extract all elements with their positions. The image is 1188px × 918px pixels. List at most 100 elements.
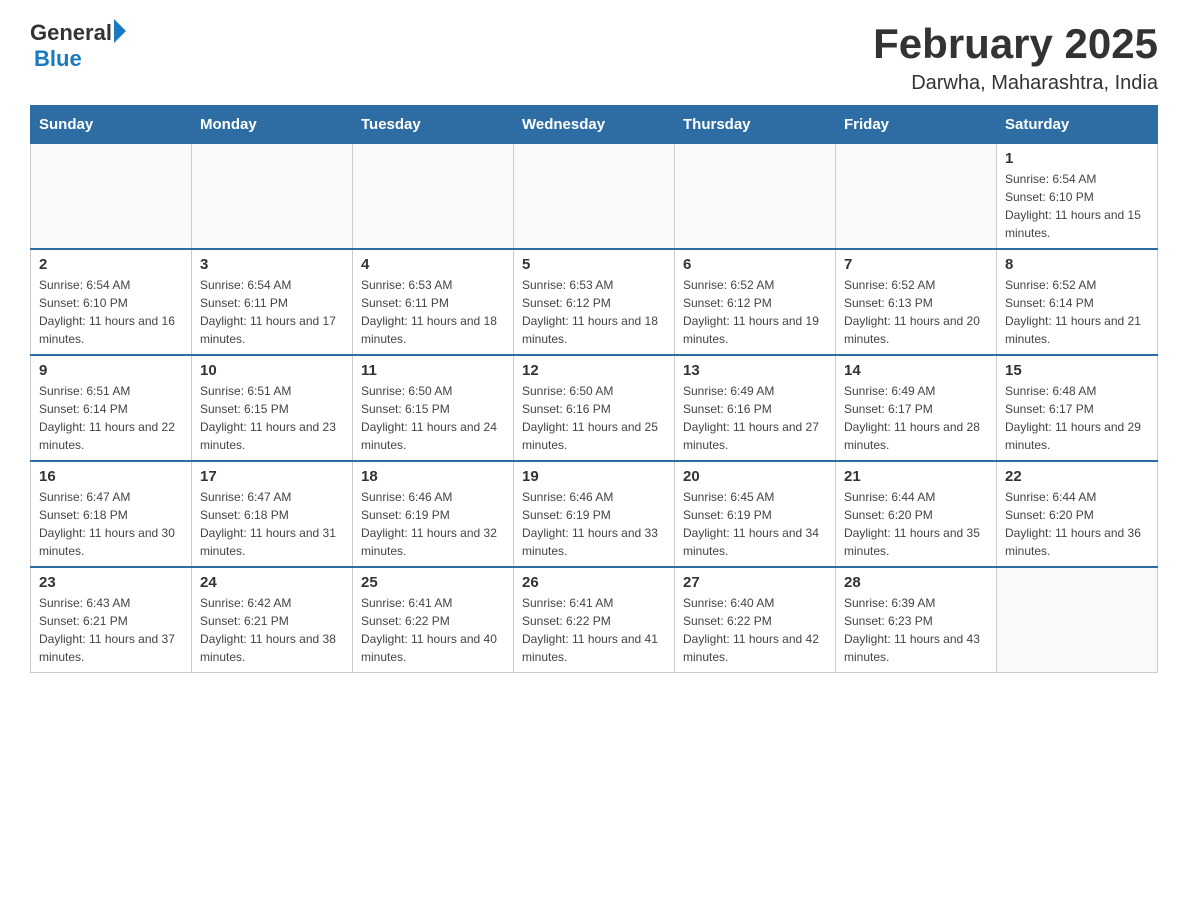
calendar-cell: 25 Sunrise: 6:41 AM Sunset: 6:22 PM Dayli… (353, 567, 514, 673)
day-info: Sunrise: 6:41 AM Sunset: 6:22 PM Dayligh… (361, 594, 505, 666)
calendar-cell: 26 Sunrise: 6:41 AM Sunset: 6:22 PM Dayli… (514, 567, 675, 673)
day-info: Sunrise: 6:46 AM Sunset: 6:19 PM Dayligh… (361, 488, 505, 560)
calendar-cell (192, 144, 353, 250)
calendar-cell: 22Sunrise: 6:44 AM Sunset: 6:20 PM Dayli… (997, 461, 1158, 567)
logo-text-blue: Blue (34, 46, 126, 72)
day-number: 7 (844, 256, 988, 273)
location-title: Darwha, Maharashtra, India (873, 72, 1158, 95)
calendar-cell: 27 Sunrise: 6:40 AM Sunset: 6:22 PM Dayli… (675, 567, 836, 673)
day-number: 24 (200, 574, 344, 591)
day-info: Sunrise: 6:54 AM Sunset: 6:10 PM Dayligh… (39, 276, 183, 348)
day-info: Sunrise: 6:50 AM Sunset: 6:15 PM Dayligh… (361, 382, 505, 454)
page-header: General Blue February 2025 Darwha, Mahar… (30, 20, 1158, 95)
calendar-cell: 19Sunrise: 6:46 AM Sunset: 6:19 PM Dayli… (514, 461, 675, 567)
day-number: 13 (683, 362, 827, 379)
day-info: Sunrise: 6:52 AM Sunset: 6:12 PM Dayligh… (683, 276, 827, 348)
calendar-cell: 7 Sunrise: 6:52 AM Sunset: 6:13 PM Daylig… (836, 249, 997, 355)
title-block: February 2025 Darwha, Maharashtra, India (873, 20, 1158, 95)
calendar-cell (353, 144, 514, 250)
calendar-cell (31, 144, 192, 250)
calendar-week-row: 1 Sunrise: 6:54 AM Sunset: 6:10 PM Daylig… (31, 144, 1158, 250)
calendar-cell: 15 Sunrise: 6:48 AM Sunset: 6:17 PM Dayli… (997, 355, 1158, 461)
day-of-week-header: Wednesday (514, 106, 675, 144)
day-number: 18 (361, 468, 505, 485)
day-info: Sunrise: 6:49 AM Sunset: 6:17 PM Dayligh… (844, 382, 988, 454)
day-info: Sunrise: 6:54 AM Sunset: 6:11 PM Dayligh… (200, 276, 344, 348)
day-number: 6 (683, 256, 827, 273)
day-number: 8 (1005, 256, 1149, 273)
day-info: Sunrise: 6:54 AM Sunset: 6:10 PM Dayligh… (1005, 170, 1149, 242)
calendar-cell: 13 Sunrise: 6:49 AM Sunset: 6:16 PM Dayli… (675, 355, 836, 461)
day-info: Sunrise: 6:51 AM Sunset: 6:15 PM Dayligh… (200, 382, 344, 454)
calendar-cell: 5 Sunrise: 6:53 AM Sunset: 6:12 PM Daylig… (514, 249, 675, 355)
calendar-cell: 10 Sunrise: 6:51 AM Sunset: 6:15 PM Dayli… (192, 355, 353, 461)
day-number: 1 (1005, 150, 1149, 167)
day-info: Sunrise: 6:44 AM Sunset: 6:20 PM Dayligh… (1005, 488, 1149, 560)
day-number: 25 (361, 574, 505, 591)
day-info: Sunrise: 6:43 AM Sunset: 6:21 PM Dayligh… (39, 594, 183, 666)
day-info: Sunrise: 6:47 AM Sunset: 6:18 PM Dayligh… (200, 488, 344, 560)
calendar-cell: 9 Sunrise: 6:51 AM Sunset: 6:14 PM Daylig… (31, 355, 192, 461)
calendar-week-row: 23Sunrise: 6:43 AM Sunset: 6:21 PM Dayli… (31, 567, 1158, 673)
day-number: 5 (522, 256, 666, 273)
logo-text-general: General (30, 20, 112, 46)
day-of-week-header: Tuesday (353, 106, 514, 144)
day-info: Sunrise: 6:44 AM Sunset: 6:20 PM Dayligh… (844, 488, 988, 560)
calendar-header-row: SundayMondayTuesdayWednesdayThursdayFrid… (31, 106, 1158, 144)
calendar-cell: 8 Sunrise: 6:52 AM Sunset: 6:14 PM Daylig… (997, 249, 1158, 355)
day-info: Sunrise: 6:46 AM Sunset: 6:19 PM Dayligh… (522, 488, 666, 560)
day-number: 4 (361, 256, 505, 273)
day-of-week-header: Monday (192, 106, 353, 144)
day-number: 27 (683, 574, 827, 591)
day-info: Sunrise: 6:52 AM Sunset: 6:14 PM Dayligh… (1005, 276, 1149, 348)
day-of-week-header: Friday (836, 106, 997, 144)
day-number: 3 (200, 256, 344, 273)
day-number: 26 (522, 574, 666, 591)
day-number: 9 (39, 362, 183, 379)
day-number: 16 (39, 468, 183, 485)
day-of-week-header: Thursday (675, 106, 836, 144)
calendar-cell: 18 Sunrise: 6:46 AM Sunset: 6:19 PM Dayli… (353, 461, 514, 567)
calendar-cell: 23Sunrise: 6:43 AM Sunset: 6:21 PM Dayli… (31, 567, 192, 673)
calendar-cell: 1 Sunrise: 6:54 AM Sunset: 6:10 PM Daylig… (997, 144, 1158, 250)
calendar-table: SundayMondayTuesdayWednesdayThursdayFrid… (30, 105, 1158, 673)
day-number: 21 (844, 468, 988, 485)
day-info: Sunrise: 6:51 AM Sunset: 6:14 PM Dayligh… (39, 382, 183, 454)
calendar-cell (675, 144, 836, 250)
day-info: Sunrise: 6:42 AM Sunset: 6:21 PM Dayligh… (200, 594, 344, 666)
day-number: 17 (200, 468, 344, 485)
day-number: 10 (200, 362, 344, 379)
calendar-week-row: 9 Sunrise: 6:51 AM Sunset: 6:14 PM Daylig… (31, 355, 1158, 461)
day-info: Sunrise: 6:52 AM Sunset: 6:13 PM Dayligh… (844, 276, 988, 348)
calendar-week-row: 16 Sunrise: 6:47 AM Sunset: 6:18 PM Dayli… (31, 461, 1158, 567)
month-title: February 2025 (873, 20, 1158, 68)
calendar-cell: 20 Sunrise: 6:45 AM Sunset: 6:19 PM Dayli… (675, 461, 836, 567)
calendar-cell: 6 Sunrise: 6:52 AM Sunset: 6:12 PM Daylig… (675, 249, 836, 355)
day-number: 15 (1005, 362, 1149, 379)
day-info: Sunrise: 6:50 AM Sunset: 6:16 PM Dayligh… (522, 382, 666, 454)
logo-arrow-icon (114, 19, 126, 43)
calendar-cell (514, 144, 675, 250)
day-info: Sunrise: 6:41 AM Sunset: 6:22 PM Dayligh… (522, 594, 666, 666)
day-info: Sunrise: 6:47 AM Sunset: 6:18 PM Dayligh… (39, 488, 183, 560)
day-number: 28 (844, 574, 988, 591)
calendar-week-row: 2Sunrise: 6:54 AM Sunset: 6:10 PM Daylig… (31, 249, 1158, 355)
logo: General Blue (30, 20, 126, 72)
calendar-cell: 2Sunrise: 6:54 AM Sunset: 6:10 PM Daylig… (31, 249, 192, 355)
calendar-cell: 3 Sunrise: 6:54 AM Sunset: 6:11 PM Daylig… (192, 249, 353, 355)
day-of-week-header: Sunday (31, 106, 192, 144)
day-info: Sunrise: 6:53 AM Sunset: 6:12 PM Dayligh… (522, 276, 666, 348)
calendar-cell (836, 144, 997, 250)
calendar-cell: 21 Sunrise: 6:44 AM Sunset: 6:20 PM Dayli… (836, 461, 997, 567)
day-info: Sunrise: 6:45 AM Sunset: 6:19 PM Dayligh… (683, 488, 827, 560)
calendar-cell: 16 Sunrise: 6:47 AM Sunset: 6:18 PM Dayli… (31, 461, 192, 567)
day-info: Sunrise: 6:48 AM Sunset: 6:17 PM Dayligh… (1005, 382, 1149, 454)
calendar-cell: 17 Sunrise: 6:47 AM Sunset: 6:18 PM Dayli… (192, 461, 353, 567)
calendar-cell: 28Sunrise: 6:39 AM Sunset: 6:23 PM Dayli… (836, 567, 997, 673)
calendar-cell (997, 567, 1158, 673)
day-info: Sunrise: 6:49 AM Sunset: 6:16 PM Dayligh… (683, 382, 827, 454)
day-number: 20 (683, 468, 827, 485)
calendar-cell: 14Sunrise: 6:49 AM Sunset: 6:17 PM Dayli… (836, 355, 997, 461)
day-info: Sunrise: 6:40 AM Sunset: 6:22 PM Dayligh… (683, 594, 827, 666)
day-of-week-header: Saturday (997, 106, 1158, 144)
